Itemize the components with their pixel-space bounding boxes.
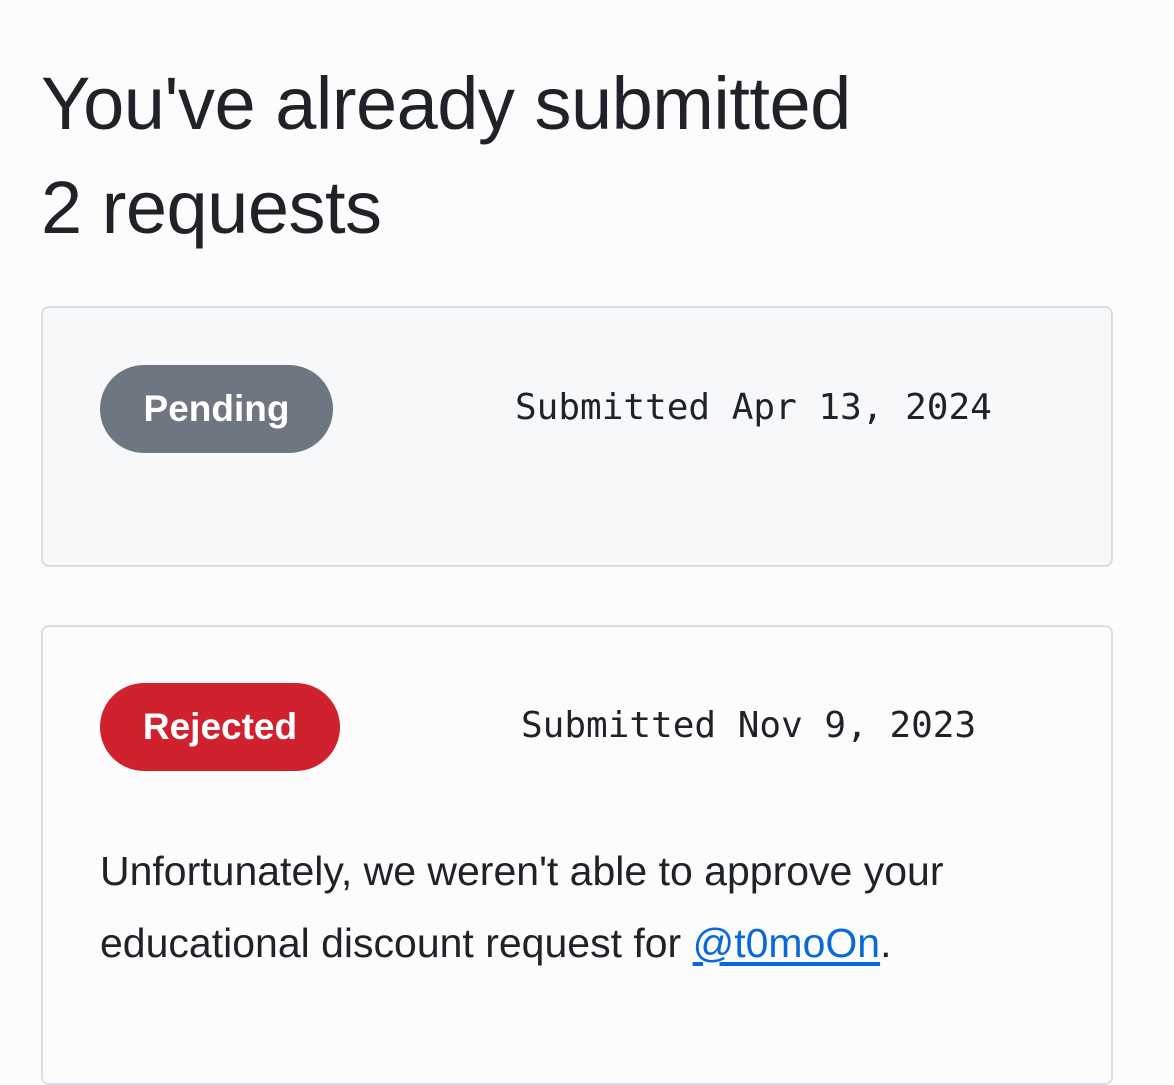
request-card-rejected: Rejected Submitted Nov 9, 2023 Unfortuna… bbox=[41, 625, 1113, 1085]
rejection-message: Unfortunately, we weren't able to approv… bbox=[100, 835, 1060, 979]
submitted-date: Submitted Nov 9, 2023 bbox=[521, 705, 977, 746]
status-badge-pending: Pending bbox=[100, 365, 333, 453]
rejection-message-period: . bbox=[880, 920, 892, 966]
page-title: You've already submitted 2 requests bbox=[41, 52, 1041, 260]
username-link[interactable]: @t0moOn bbox=[693, 920, 880, 966]
status-badge-rejected: Rejected bbox=[100, 683, 340, 771]
submitted-date: Submitted Apr 13, 2024 bbox=[515, 387, 992, 428]
page-title-line-1: You've already submitted bbox=[41, 62, 851, 145]
request-card-pending: Pending Submitted Apr 13, 2024 bbox=[41, 306, 1113, 567]
page-title-line-2: 2 requests bbox=[41, 166, 382, 249]
